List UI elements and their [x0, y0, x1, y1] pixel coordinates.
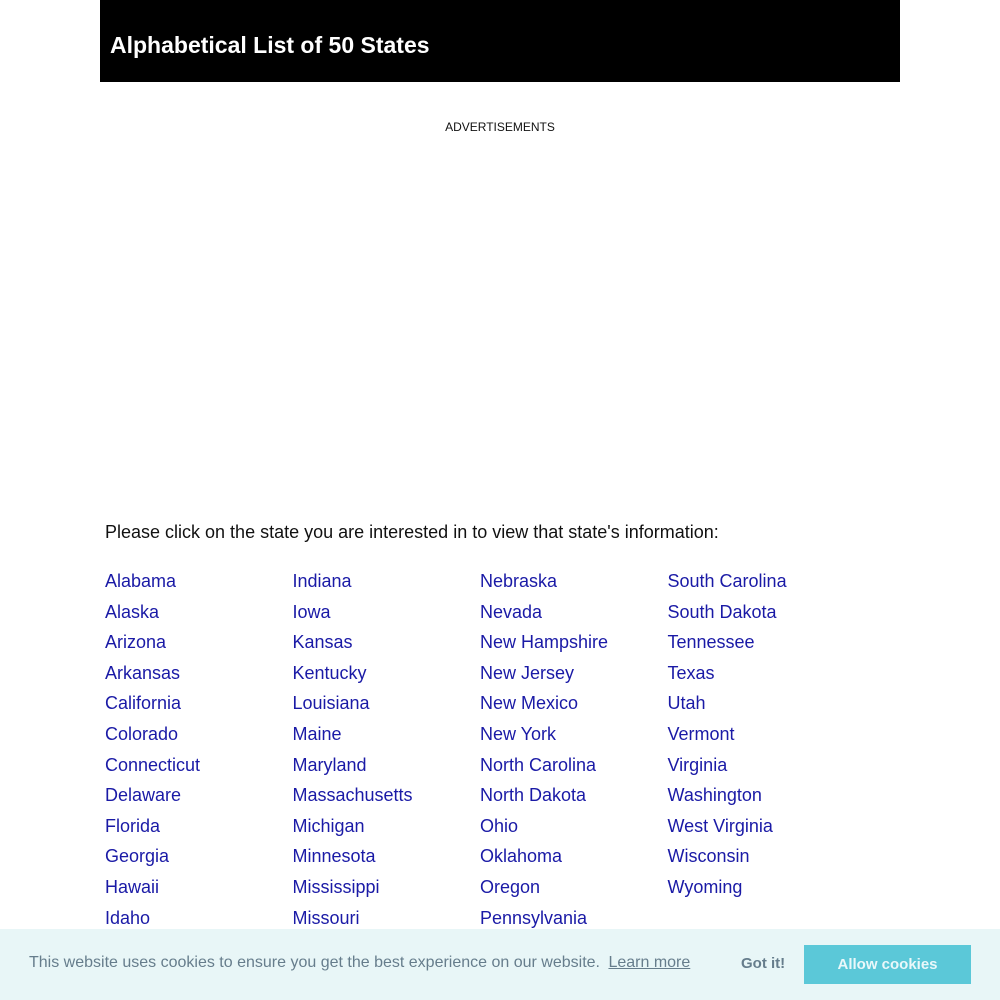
cookie-message: This website uses cookies to ensure you … [29, 953, 690, 973]
state-link[interactable]: Tennessee [668, 631, 856, 662]
state-link[interactable]: Maryland [293, 754, 481, 785]
state-link[interactable]: Connecticut [105, 754, 293, 785]
state-link[interactable]: Alabama [105, 570, 293, 601]
state-link[interactable]: Wisconsin [668, 845, 856, 876]
state-link[interactable]: Nevada [480, 601, 668, 632]
state-link[interactable]: Utah [668, 692, 856, 723]
state-link[interactable]: Virginia [668, 754, 856, 785]
state-link[interactable]: Georgia [105, 845, 293, 876]
state-link[interactable]: Massachusetts [293, 784, 481, 815]
state-link[interactable]: Ohio [480, 815, 668, 846]
state-link[interactable]: Texas [668, 662, 856, 693]
learn-more-link[interactable]: Learn more [608, 954, 690, 971]
state-link[interactable]: North Carolina [480, 754, 668, 785]
state-link[interactable]: New York [480, 723, 668, 754]
state-link[interactable]: West Virginia [668, 815, 856, 846]
state-link[interactable]: Arkansas [105, 662, 293, 693]
state-link[interactable]: Mississippi [293, 876, 481, 907]
intro-text: Please click on the state you are intere… [105, 522, 719, 542]
state-link[interactable]: Florida [105, 815, 293, 846]
state-link[interactable]: Vermont [668, 723, 856, 754]
state-link[interactable]: Colorado [105, 723, 293, 754]
state-link[interactable]: New Mexico [480, 692, 668, 723]
page-header: Alphabetical List of 50 States [100, 0, 900, 82]
state-link[interactable]: Alaska [105, 601, 293, 632]
state-link[interactable]: Oklahoma [480, 845, 668, 876]
state-link[interactable]: North Dakota [480, 784, 668, 815]
got-it-button[interactable]: Got it! [741, 955, 785, 973]
state-link[interactable]: Kansas [293, 631, 481, 662]
cookie-message-text: This website uses cookies to ensure you … [29, 954, 600, 971]
cookie-banner: This website uses cookies to ensure you … [0, 929, 1000, 1000]
state-link[interactable]: Louisiana [293, 692, 481, 723]
state-link[interactable]: New Hampshire [480, 631, 668, 662]
state-link[interactable]: Iowa [293, 601, 481, 632]
state-link[interactable]: Washington [668, 784, 856, 815]
state-link[interactable]: Minnesota [293, 845, 481, 876]
state-link[interactable]: Michigan [293, 815, 481, 846]
state-link[interactable]: Delaware [105, 784, 293, 815]
state-link[interactable]: Wyoming [668, 876, 856, 907]
state-link[interactable]: Kentucky [293, 662, 481, 693]
state-link[interactable]: Arizona [105, 631, 293, 662]
state-link[interactable]: Hawaii [105, 876, 293, 907]
state-list: Alabama Alaska Arizona Arkansas California Co… [105, 570, 905, 968]
state-link[interactable]: New Jersey [480, 662, 668, 693]
state-link[interactable]: Indiana [293, 570, 481, 601]
state-link[interactable]: South Carolina [668, 570, 856, 601]
state-link[interactable]: California [105, 692, 293, 723]
state-link[interactable]: South Dakota [668, 601, 856, 632]
advertisements-label: ADVERTISEMENTS [445, 120, 555, 134]
state-link[interactable]: Nebraska [480, 570, 668, 601]
ad-space [100, 140, 900, 500]
state-link[interactable]: Maine [293, 723, 481, 754]
allow-cookies-button[interactable]: Allow cookies [804, 945, 971, 984]
state-link[interactable]: Oregon [480, 876, 668, 907]
page-title: Alphabetical List of 50 States [110, 32, 430, 58]
